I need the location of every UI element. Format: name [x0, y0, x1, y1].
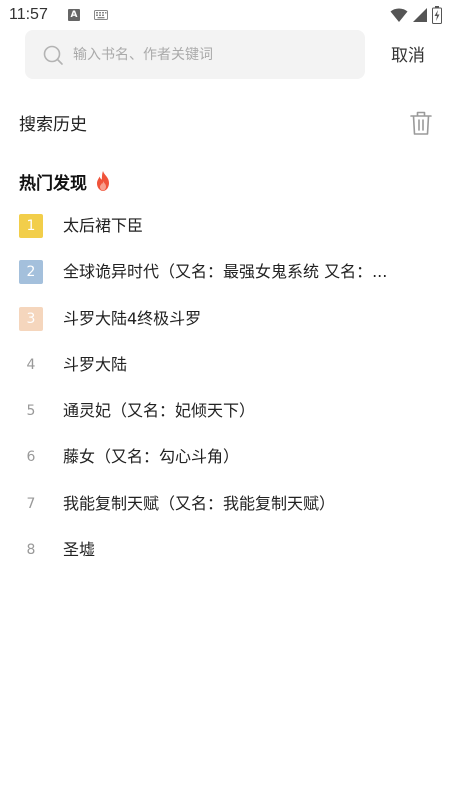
hot-list-item[interactable]: 4 斗罗大陆 — [0, 342, 450, 388]
hot-list: 1 太后裙下臣 2 全球诡异时代（又名：最强女鬼系统 又名：... 3 斗罗大陆4终极斗罗… — [0, 203, 450, 573]
hot-list-item[interactable]: 3 斗罗大陆4终极斗罗 — [0, 296, 450, 342]
rank-badge: 7 — [26, 495, 36, 512]
hot-item-title: 全球诡异时代（又名：最强女鬼系统 又名：... — [63, 262, 388, 282]
hot-discovery-title: 热门发现 — [19, 173, 87, 194]
battery-icon — [432, 6, 442, 24]
search-history-title: 搜索历史 — [19, 115, 87, 135]
flame-icon — [97, 171, 109, 191]
hot-list-item[interactable]: 8 圣墟 — [0, 527, 450, 573]
rank-badge: 6 — [26, 449, 36, 466]
hot-discovery-header: 热门发现 — [19, 167, 113, 195]
wifi-icon — [390, 8, 408, 22]
search-icon — [43, 45, 63, 65]
hot-item-title: 我能复制天赋（又名：我能复制天赋） — [63, 493, 336, 513]
hot-item-title: 圣墟 — [63, 540, 96, 560]
notification-a-icon: A — [68, 9, 80, 21]
hot-item-title: 太后裙下臣 — [63, 216, 144, 235]
hot-list-item[interactable]: 2 全球诡异时代（又名：最强女鬼系统 又名：... — [0, 249, 450, 295]
rank-badge: 4 — [26, 356, 36, 373]
hot-list-item[interactable]: 5 通灵妃（又名：妃倾天下） — [0, 388, 450, 434]
hot-item-title: 斗罗大陆4终极斗罗 — [63, 308, 202, 328]
signal-icon — [413, 8, 427, 22]
keyboard-icon — [94, 10, 108, 20]
status-bar: 11:57 A — [0, 0, 450, 30]
hot-item-title: 通灵妃（又名：妃倾天下） — [63, 401, 256, 421]
status-icons — [390, 6, 442, 24]
status-time: 11:57 — [9, 6, 48, 23]
rank-badge: 1 — [19, 214, 43, 238]
hot-list-item[interactable]: 6 藤女（又名：勾心斗角） — [0, 434, 450, 480]
trash-icon[interactable] — [409, 110, 433, 136]
search-box[interactable] — [25, 30, 365, 79]
cancel-button[interactable]: 取消 — [385, 42, 431, 70]
hot-item-title: 斗罗大陆 — [63, 354, 128, 374]
rank-badge: 3 — [19, 306, 43, 331]
search-history-section: 搜索历史 — [0, 100, 450, 144]
rank-badge: 2 — [19, 260, 43, 285]
search-input[interactable] — [73, 38, 353, 71]
hot-item-title: 藤女（又名：勾心斗角） — [63, 447, 240, 467]
rank-badge: 8 — [26, 542, 36, 559]
hot-list-item[interactable]: 1 太后裙下臣 — [0, 203, 450, 249]
search-bar: 取消 — [0, 30, 450, 80]
hot-list-item[interactable]: 7 我能复制天赋（又名：我能复制天赋） — [0, 481, 450, 527]
rank-badge: 5 — [26, 403, 36, 420]
